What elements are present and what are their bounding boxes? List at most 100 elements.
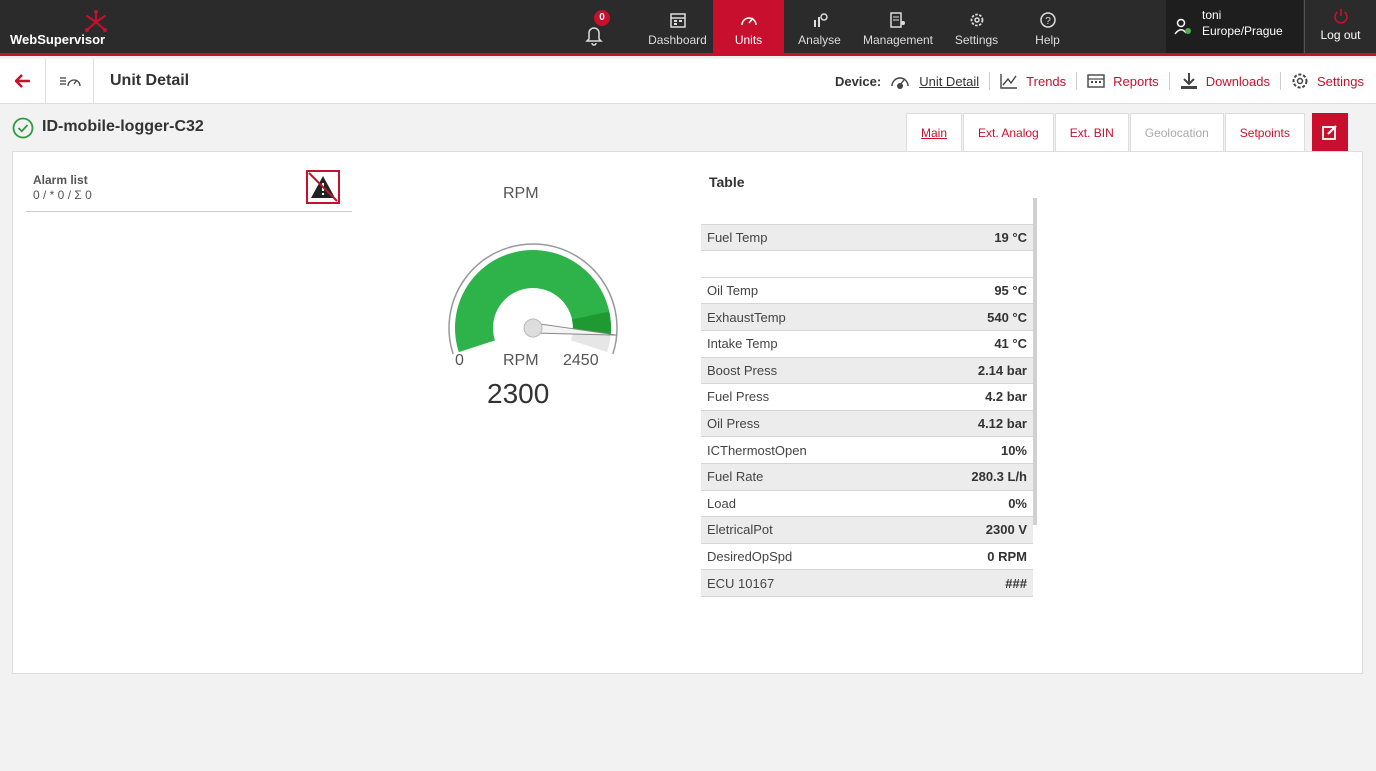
arrow-left-icon <box>14 74 30 88</box>
units-gauge-icon <box>740 17 757 26</box>
table-row: Load 0% <box>701 490 1033 518</box>
nav-units[interactable]: Units <box>713 0 784 53</box>
link-reports[interactable]: Reports <box>1087 74 1159 89</box>
app-logo[interactable]: WebSupervisor <box>10 10 150 50</box>
table-row <box>701 198 1033 225</box>
trend-icon <box>1000 74 1018 89</box>
table-row-value: 10% <box>1000 442 1027 458</box>
table-row-label: ExhaustTemp <box>707 309 786 325</box>
gear-icon <box>1292 73 1308 89</box>
table-row-value: 540 °C <box>987 309 1027 325</box>
unit-menu-button[interactable] <box>46 59 94 103</box>
tab-geolocation: Geolocation <box>1129 113 1224 151</box>
table-row-value: 2.14 bar <box>977 362 1027 378</box>
table-row-label: ECU 10167 <box>707 575 775 591</box>
power-icon <box>1333 9 1348 24</box>
table-scrollbar[interactable] <box>1033 198 1037 525</box>
table-row-label: Oil Press <box>707 416 760 432</box>
page-toolbar: Unit Detail Device: Unit Detail Trends R… <box>0 59 1376 104</box>
tab-ext-analog[interactable]: Ext. Analog <box>963 113 1054 151</box>
user-icon <box>1174 18 1191 35</box>
tab-ext-bin[interactable]: Ext. BIN <box>1054 113 1129 151</box>
values-table: Fuel Temp 19 °C Oil Temp 95 °C ExhaustTemp 54… <box>701 198 1033 597</box>
link-settings[interactable]: Settings <box>1291 72 1364 90</box>
table-row: ICThermostOpen 10% <box>701 437 1033 464</box>
table-row: Fuel Temp 19 °C <box>701 224 1033 252</box>
table-row-value: 95 °C <box>994 283 1027 299</box>
table-row-value: 4.2 bar <box>985 389 1027 405</box>
top-navbar: WebSupervisor 0 Dashboard Units Analyse … <box>0 0 1376 56</box>
table-row-label: ICThermostOpen <box>707 442 807 458</box>
alarm-disabled-icon <box>306 170 340 204</box>
analyse-icon <box>813 13 828 27</box>
gauge-min-label: 0 <box>455 352 464 369</box>
svg-text:?: ? <box>1045 16 1051 27</box>
table-row-label: Fuel Press <box>707 389 770 405</box>
nav-management[interactable]: Management <box>855 0 941 53</box>
table-row-value: 280.3 L/h <box>971 469 1027 485</box>
link-unit-detail[interactable]: Unit Detail <box>889 72 979 90</box>
table-row-value: 2300 V <box>985 522 1027 538</box>
table-row-label: Fuel Temp <box>707 229 768 245</box>
table-row: DesiredOpSpd 0 RPM <box>701 543 1033 571</box>
alarm-list[interactable]: Alarm list 0 / * 0 / Σ 0 <box>26 170 352 212</box>
nav-dashboard[interactable]: Dashboard <box>642 0 713 53</box>
tab-main[interactable]: Main <box>906 113 963 151</box>
nav-help[interactable]: ? Help <box>1012 0 1083 53</box>
management-icon <box>890 12 905 28</box>
alarm-list-title: Alarm list <box>33 173 88 187</box>
status-ok-icon <box>12 117 34 139</box>
table-row-label: Load <box>707 495 736 511</box>
alarm-count: 0 / * 0 / Σ 0 <box>33 188 92 202</box>
unit-list-gauge-icon <box>59 77 81 87</box>
link-downloads[interactable]: Downloads <box>1180 72 1270 90</box>
table-row-value: 0% <box>1008 495 1027 511</box>
user-menu[interactable]: toni Europe/Prague <box>1166 0 1303 53</box>
edit-button[interactable] <box>1311 113 1348 151</box>
rpm-gauge <box>448 243 618 355</box>
table-row: ECU 10167 ### <box>701 570 1033 597</box>
unit-tabs: Main Ext. Analog Ext. BIN Geolocation Se… <box>906 113 1348 151</box>
nav-settings[interactable]: Settings <box>941 0 1012 53</box>
table-row: Boost Press 2.14 bar <box>701 357 1033 385</box>
user-timezone: Europe/Prague <box>1202 24 1283 38</box>
table-row-label: EletricalPot <box>707 522 773 538</box>
table-row: Intake Temp 41 °C <box>701 330 1033 358</box>
link-trends[interactable]: Trends <box>1000 73 1066 89</box>
table-row-label: Boost Press <box>707 362 778 378</box>
gauge-unit-label: RPM <box>503 352 539 369</box>
edit-icon <box>1321 125 1337 140</box>
gauge-max-label: 2450 <box>563 352 599 369</box>
back-button[interactable] <box>0 59 46 103</box>
table-row: EletricalPot 2300 V <box>701 517 1033 544</box>
notifications-button[interactable]: 0 <box>583 10 613 46</box>
table-row-value: 4.12 bar <box>977 416 1027 432</box>
gauge-hub <box>523 318 543 338</box>
tab-setpoints[interactable]: Setpoints <box>1224 113 1305 151</box>
table-row-value: ### <box>1005 575 1027 591</box>
dashboard-icon <box>669 13 686 28</box>
table-row: Oil Temp 95 °C <box>701 277 1033 305</box>
table-row-label: Intake Temp <box>707 336 778 352</box>
download-icon <box>1180 73 1197 89</box>
table-row-label: Oil Temp <box>707 283 759 299</box>
nav-analyse[interactable]: Analyse <box>784 0 855 53</box>
device-label: Device: <box>834 73 882 89</box>
table-row <box>701 251 1033 278</box>
table-row: Fuel Rate 280.3 L/h <box>701 463 1033 491</box>
main-panel: Alarm list 0 / * 0 / Σ 0 RPM 0 RPM 2450 … <box>12 151 1363 674</box>
reports-icon <box>1087 74 1105 88</box>
logout-button[interactable]: Log out <box>1304 0 1376 53</box>
gauge-title: RPM <box>503 185 539 202</box>
logo-star-icon <box>85 10 107 32</box>
app-name: WebSupervisor <box>10 32 106 47</box>
table-row: ExhaustTemp 540 °C <box>701 304 1033 331</box>
unit-name: ID-mobile-logger-C32 <box>42 118 204 135</box>
table-row-label: DesiredOpSpd <box>707 549 793 565</box>
gauge-value: 2300 <box>487 378 550 409</box>
page-title: Unit Detail <box>110 72 190 89</box>
notification-count-badge: 0 <box>594 10 610 26</box>
gear-icon <box>970 13 983 27</box>
table-title: Table <box>709 174 745 190</box>
table-row: Fuel Press 4.2 bar <box>701 384 1033 411</box>
